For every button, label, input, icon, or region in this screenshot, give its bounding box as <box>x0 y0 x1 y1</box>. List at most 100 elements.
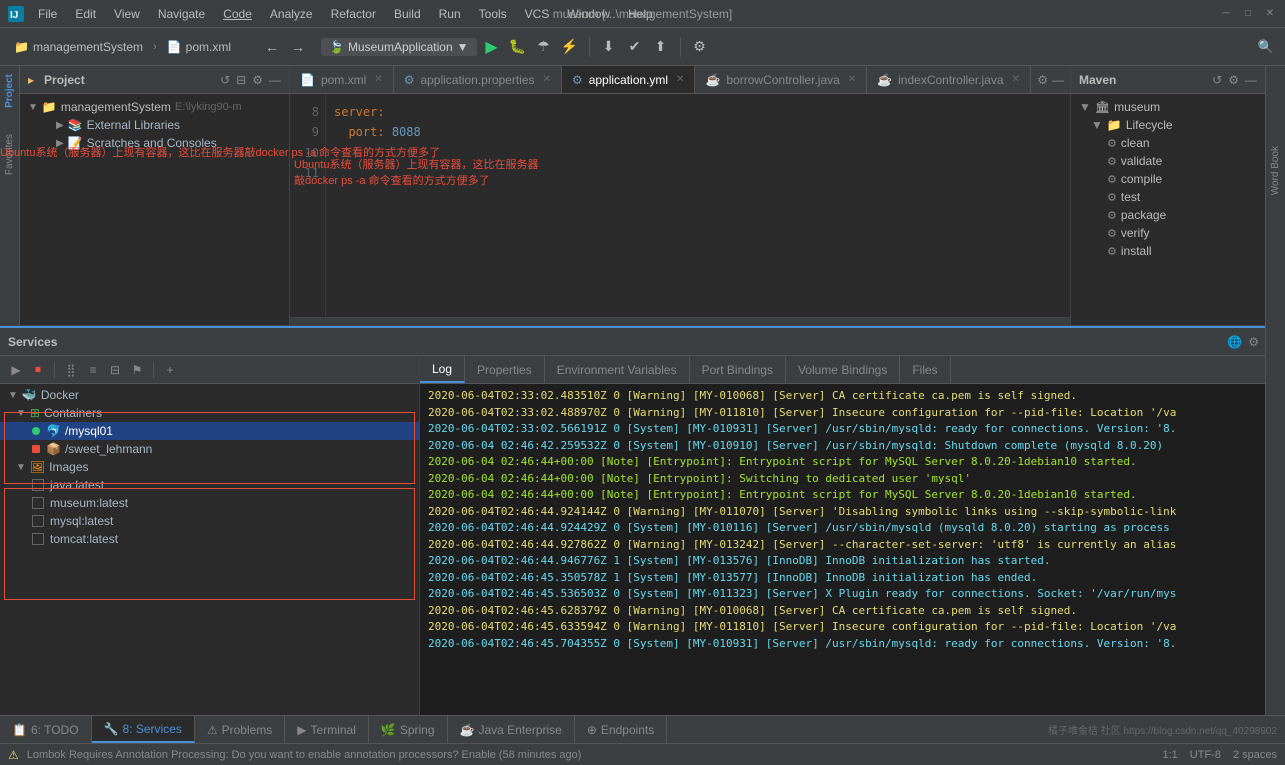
svc-tomcat-image-item[interactable]: tomcat:latest <box>0 530 419 548</box>
maven-root[interactable]: ▼ 🏛 museum <box>1071 98 1265 116</box>
sync-icon[interactable]: ↺ <box>220 73 230 87</box>
run-config-dropdown[interactable]: 🍃 MuseumApplication ▼ <box>321 38 477 56</box>
bottom-tab-terminal[interactable]: ▶ Terminal <box>285 716 369 743</box>
log-tab-properties[interactable]: Properties <box>465 356 545 383</box>
menu-run[interactable]: Run <box>431 5 469 23</box>
log-tab-env-vars[interactable]: Environment Variables <box>545 356 690 383</box>
maven-verify[interactable]: ⚙ verify <box>1071 224 1265 242</box>
svc-sweet-lehmann-item[interactable]: 📦 /sweet_lehmann <box>0 440 419 458</box>
toolbar-back-btn[interactable]: ← <box>261 36 283 58</box>
svc-expand-btn[interactable]: ≡ <box>83 360 103 380</box>
profile-button[interactable]: ⚡ <box>559 36 581 58</box>
log-content[interactable]: 2020-06-04T02:33:02.483510Z 0 [Warning] … <box>420 384 1265 757</box>
tree-root[interactable]: ▼ 📁 managementSystem E:\lyking90-m <box>20 98 289 116</box>
tab-app-properties[interactable]: ⚙ application.properties ✕ <box>394 66 562 93</box>
project-nav[interactable]: 📁 managementSystem <box>8 38 149 56</box>
services-globe-icon[interactable]: 🌐 <box>1227 335 1242 349</box>
menu-code[interactable]: Code <box>215 5 260 23</box>
bottom-tab-problems[interactable]: ⚠ Problems <box>195 716 285 743</box>
maven-lifecycle[interactable]: ▼ 📁 Lifecycle <box>1071 116 1265 134</box>
svc-museum-image-item[interactable]: museum:latest <box>0 494 419 512</box>
menu-file[interactable]: File <box>30 5 65 23</box>
project-strip-label[interactable]: Project <box>4 74 15 108</box>
project-panel-close-icon[interactable]: — <box>269 73 281 87</box>
favorites-strip-label[interactable]: Favorites <box>4 134 15 175</box>
svc-containers-item[interactable]: ▼ ⊞ Containers <box>0 404 419 422</box>
svc-grid-btn[interactable]: ⣿ <box>61 360 81 380</box>
menu-tools[interactable]: Tools <box>471 5 515 23</box>
maven-test[interactable]: ⚙ test <box>1071 188 1265 206</box>
svc-mysql01-item[interactable]: 🐬 /mysql01 <box>0 422 419 440</box>
maven-validate[interactable]: ⚙ validate <box>1071 152 1265 170</box>
code-editor[interactable]: server: port: 8088 <box>326 94 1070 317</box>
gear-settings-icon[interactable]: ⚙ <box>252 73 263 87</box>
editor-close-icon[interactable]: — <box>1052 73 1064 87</box>
vcs-push-btn[interactable]: ⬆ <box>650 36 672 58</box>
minimize-button[interactable]: ─ <box>1219 7 1233 21</box>
svc-run-btn[interactable]: ▶ <box>6 360 26 380</box>
status-encoding[interactable]: UTF-8 <box>1190 749 1221 761</box>
bottom-tab-spring[interactable]: 🌿 Spring <box>369 716 448 743</box>
maven-package[interactable]: ⚙ package <box>1071 206 1265 224</box>
maven-refresh-icon[interactable]: ↺ <box>1212 73 1222 87</box>
maven-compile[interactable]: ⚙ compile <box>1071 170 1265 188</box>
svc-flag-btn[interactable]: ⚑ <box>127 360 147 380</box>
tab-borrow-controller[interactable]: ☕ borrowController.java ✕ <box>695 66 867 93</box>
svc-add-btn[interactable]: + <box>160 360 180 380</box>
editor-settings-icon[interactable]: ⚙ <box>1037 73 1048 87</box>
run-button[interactable]: ▶ <box>481 36 503 58</box>
menu-refactor[interactable]: Refactor <box>323 5 384 23</box>
status-position[interactable]: 1:1 <box>1163 749 1178 761</box>
menu-view[interactable]: View <box>106 5 148 23</box>
settings-btn[interactable]: ⚙ <box>689 36 711 58</box>
status-message[interactable]: Lombok Requires Annotation Processing: D… <box>27 749 1155 761</box>
close-button[interactable]: ✕ <box>1263 7 1277 21</box>
bottom-tab-endpoints[interactable]: ⊕ Endpoints <box>575 716 667 743</box>
maven-minimize-icon[interactable]: — <box>1245 73 1257 87</box>
log-tab-log[interactable]: Log <box>420 356 465 383</box>
menu-navigate[interactable]: Navigate <box>150 5 213 23</box>
menu-edit[interactable]: Edit <box>67 5 104 23</box>
maximize-button[interactable]: □ <box>1241 7 1255 21</box>
tab-index-controller[interactable]: ☕ indexController.java ✕ <box>867 66 1031 93</box>
log-tab-files[interactable]: Files <box>900 356 950 383</box>
tree-ext-libraries[interactable]: ▶ 📚 External Libraries <box>20 116 289 134</box>
svc-docker-item[interactable]: ▼ 🐳 Docker <box>0 386 419 404</box>
coverage-button[interactable]: ☂ <box>533 36 555 58</box>
tab-pom-close-icon[interactable]: ✕ <box>374 74 382 85</box>
word-book-label[interactable]: Word Book <box>1270 146 1281 195</box>
tab-pom-xml[interactable]: 📄 pom.xml ✕ <box>290 66 394 93</box>
menu-vcs[interactable]: VCS <box>517 5 558 23</box>
editor-scrollbar[interactable] <box>290 317 1070 325</box>
svc-mysql-image-item[interactable]: mysql:latest <box>0 512 419 530</box>
search-everywhere-btn[interactable]: 🔍 <box>1255 36 1277 58</box>
bottom-tab-java-enterprise[interactable]: ☕ Java Enterprise <box>448 716 575 743</box>
filter-icon[interactable]: ⊟ <box>236 73 246 87</box>
log-tab-port-bindings[interactable]: Port Bindings <box>690 356 786 383</box>
bottom-tab-todo[interactable]: 📋 6: TODO <box>0 716 92 743</box>
tab-borrow-close-icon[interactable]: ✕ <box>848 74 856 85</box>
word-book-strip[interactable]: Word Book <box>1265 66 1285 715</box>
tab-index-close-icon[interactable]: ✕ <box>1012 74 1020 85</box>
vcs-commit-btn[interactable]: ✔ <box>624 36 646 58</box>
maven-install[interactable]: ⚙ install <box>1071 242 1265 260</box>
tab-app-yml[interactable]: ⚙ application.yml ✕ <box>562 66 696 93</box>
svc-filter-btn[interactable]: ⊟ <box>105 360 125 380</box>
tree-scratches[interactable]: ▶ 📝 Scratches and Consoles <box>20 134 289 152</box>
menu-build[interactable]: Build <box>386 5 429 23</box>
svc-java-image-item[interactable]: java:latest <box>0 476 419 494</box>
services-settings-icon[interactable]: ⚙ <box>1248 335 1259 349</box>
vcs-update-btn[interactable]: ⬇ <box>598 36 620 58</box>
tab-yml-close-icon[interactable]: ✕ <box>676 74 684 85</box>
tab-props-close-icon[interactable]: ✕ <box>543 74 551 85</box>
toolbar-forward-btn[interactable]: → <box>287 36 309 58</box>
bottom-tab-services[interactable]: 🔧 8: Services <box>92 716 195 743</box>
editor-content[interactable]: 8 9 10 11 server: port: 8088 Ubuntu系统（服务… <box>290 94 1070 317</box>
svc-images-item[interactable]: ▼ 🖼 Images <box>0 458 419 476</box>
maven-clean[interactable]: ⚙ clean <box>1071 134 1265 152</box>
debug-button[interactable]: 🐛 <box>507 36 529 58</box>
breadcrumb-file[interactable]: 📄 pom.xml <box>161 38 237 56</box>
menu-analyze[interactable]: Analyze <box>262 5 321 23</box>
log-tab-volume-bindings[interactable]: Volume Bindings <box>786 356 900 383</box>
svc-stop-btn[interactable]: ⏹ <box>28 360 48 380</box>
